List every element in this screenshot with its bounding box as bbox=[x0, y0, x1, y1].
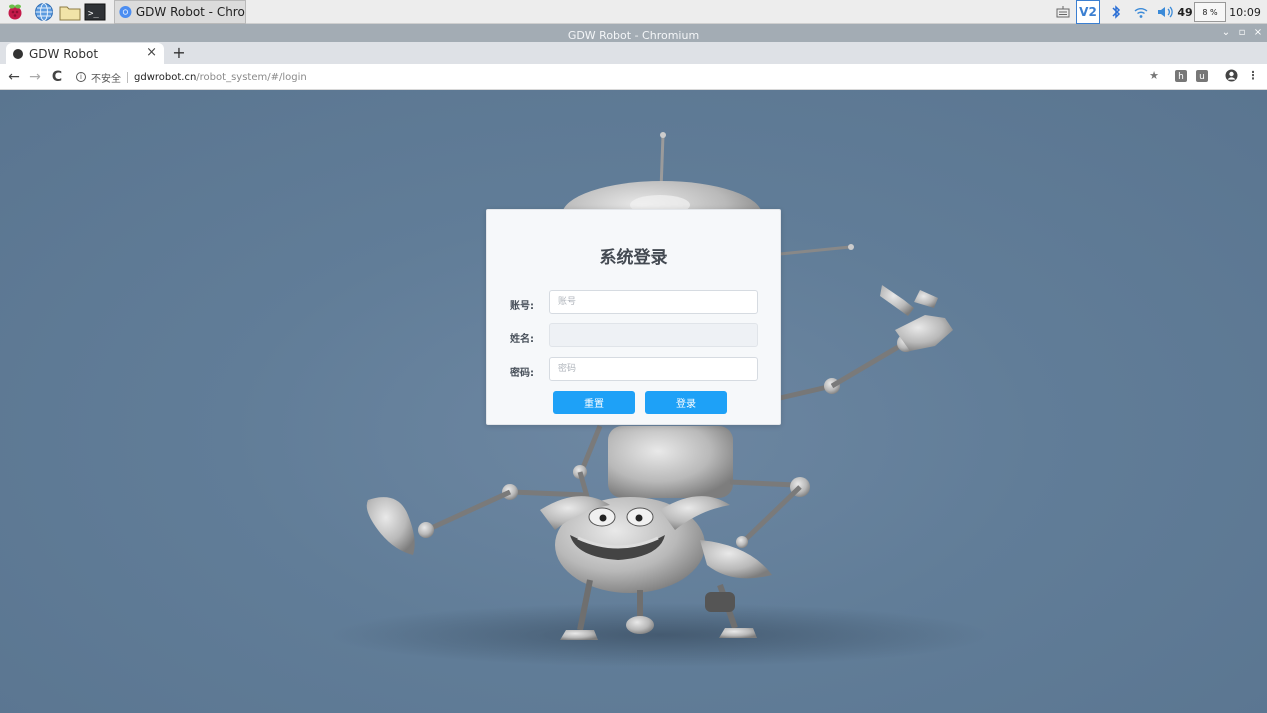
terminal-icon[interactable]: >_ bbox=[84, 2, 106, 22]
chromium-icon bbox=[119, 5, 132, 19]
maximize-button[interactable]: ▫ bbox=[1234, 24, 1250, 42]
password-label: 密码: bbox=[510, 368, 534, 379]
tab-strip: GDW Robot × + bbox=[0, 42, 1267, 64]
tab-gdw-robot[interactable]: GDW Robot × bbox=[6, 43, 164, 64]
keyboard-icon[interactable] bbox=[1054, 0, 1072, 24]
profile-icon[interactable] bbox=[1224, 69, 1238, 83]
file-manager-icon[interactable] bbox=[59, 2, 81, 22]
taskbar-chromium-task[interactable]: GDW Robot - Chromi… bbox=[114, 0, 246, 24]
volume-icon[interactable] bbox=[1156, 0, 1176, 24]
forward-button[interactable]: → bbox=[26, 68, 44, 86]
reset-button[interactable]: 重置 bbox=[553, 391, 635, 414]
reload-button[interactable]: C bbox=[48, 68, 66, 86]
bookmark-star-icon[interactable]: ★ bbox=[1147, 69, 1161, 83]
minimize-button[interactable]: ⌄ bbox=[1218, 24, 1234, 42]
close-window-button[interactable]: × bbox=[1250, 24, 1266, 42]
address-bar[interactable]: i 不安全 gdwrobot.cn/robot_system/#/login bbox=[76, 68, 307, 86]
window-title: GDW Robot - Chromium bbox=[567, 29, 700, 42]
security-status: 不安全 bbox=[91, 73, 121, 85]
web-browser-icon[interactable] bbox=[33, 2, 55, 22]
clock[interactable]: 10:09 bbox=[1228, 0, 1262, 24]
login-panel: 系统登录 账号: 姓名: 密码: 重置 登录 bbox=[486, 209, 781, 425]
name-input bbox=[549, 323, 758, 347]
account-input[interactable] bbox=[549, 290, 758, 314]
extension-h-icon[interactable]: h bbox=[1175, 70, 1187, 82]
new-tab-button[interactable]: + bbox=[172, 43, 186, 62]
info-icon[interactable]: i bbox=[76, 72, 86, 82]
bluetooth-icon[interactable] bbox=[1107, 0, 1125, 24]
tab-title: GDW Robot bbox=[29, 46, 99, 61]
account-label: 账号: bbox=[510, 301, 534, 312]
login-title: 系统登录 bbox=[599, 248, 668, 268]
site-favicon-icon bbox=[13, 48, 23, 59]
vnc-server-icon[interactable]: V2 bbox=[1076, 0, 1100, 24]
password-input[interactable] bbox=[549, 357, 758, 381]
browser-toolbar: ← → C i 不安全 gdwrobot.cn/robot_system/#/l… bbox=[0, 64, 1267, 90]
name-label: 姓名: bbox=[510, 334, 534, 345]
wifi-icon[interactable] bbox=[1132, 0, 1150, 24]
omnibox-separator bbox=[127, 71, 128, 83]
login-button[interactable]: 登录 bbox=[645, 391, 727, 414]
url-path: /robot_system/#/login bbox=[196, 71, 307, 83]
volume-level: 49 bbox=[1177, 5, 1193, 19]
back-button[interactable]: ← bbox=[5, 68, 23, 86]
tab-close-button[interactable]: × bbox=[146, 45, 157, 60]
cpu-monitor[interactable]: 8 % bbox=[1194, 2, 1226, 22]
url-host: gdwrobot.cn bbox=[134, 71, 197, 83]
page-viewport: 系统登录 账号: 姓名: 密码: 重置 登录 bbox=[0, 90, 1267, 713]
system-taskbar: >_ GDW Robot - Chromi… V2 49 8 % 10:09 bbox=[0, 0, 1267, 24]
raspberry-menu-icon[interactable] bbox=[4, 2, 26, 22]
window-titlebar[interactable]: GDW Robot - Chromium ⌄ ▫ × bbox=[0, 24, 1267, 42]
taskbar-task-label: GDW Robot - Chromi… bbox=[135, 5, 245, 19]
browser-menu-button[interactable]: ⋮ bbox=[1246, 69, 1260, 83]
extension-u-icon[interactable]: u bbox=[1196, 70, 1208, 82]
svg-text:>_: >_ bbox=[88, 9, 99, 19]
